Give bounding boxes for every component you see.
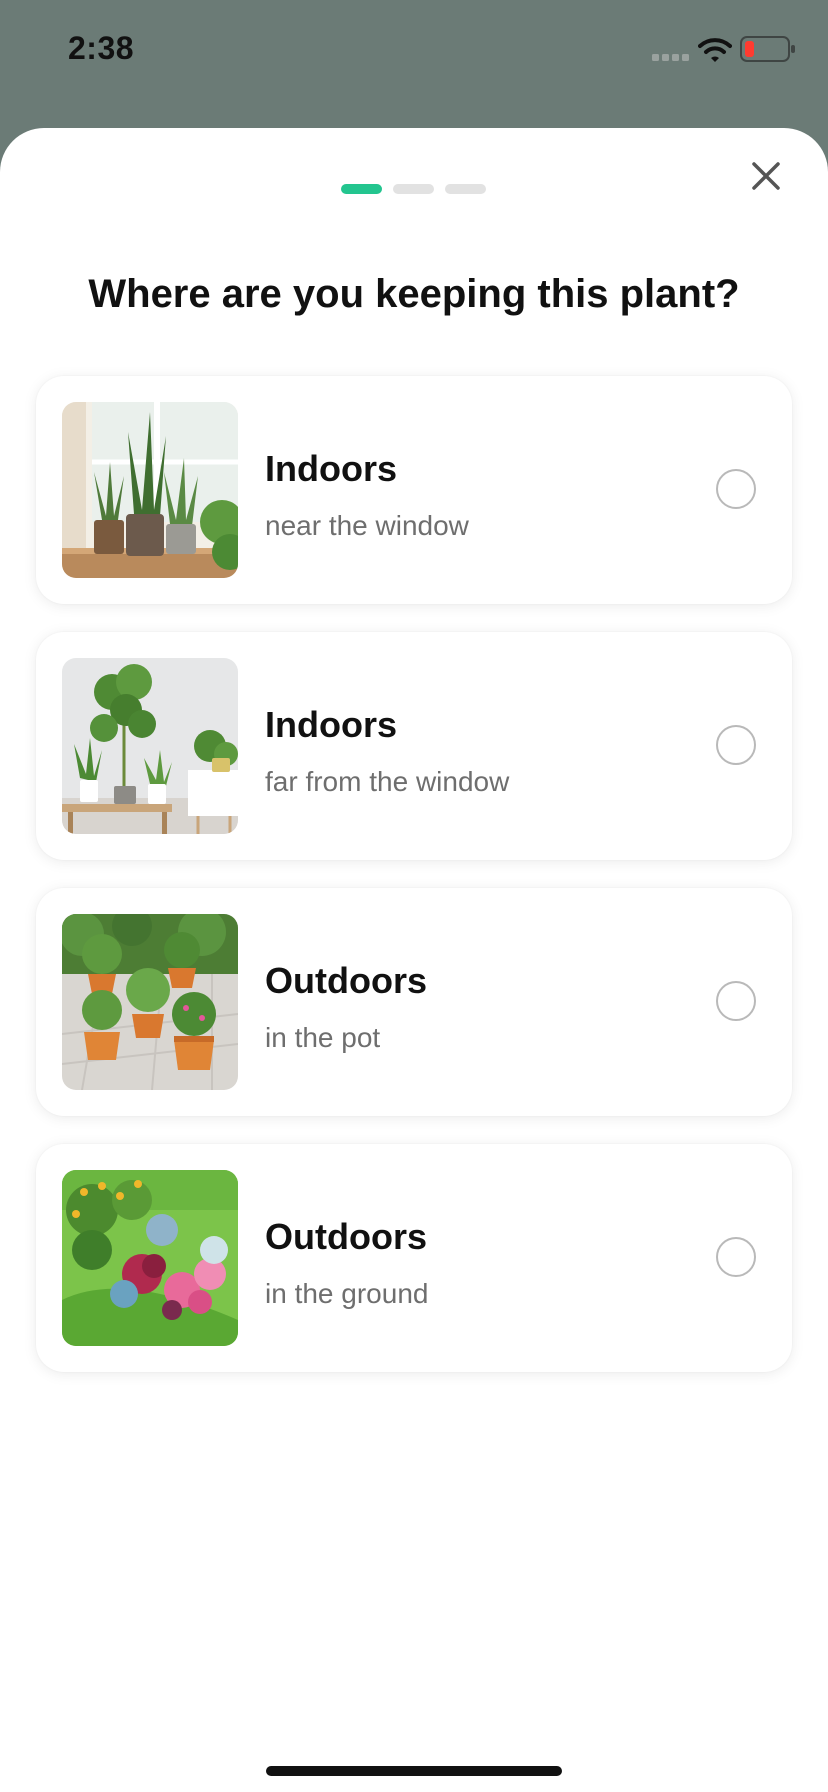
option-subtitle: near the window (265, 510, 469, 541)
page-title: Where are you keeping this plant? (88, 272, 740, 316)
location-options-list: Indoors near the window Indoors far from… (36, 376, 792, 1400)
bottom-sheet: Where are you keeping this plant? Indoor… (0, 128, 828, 1792)
step-dot-1 (341, 184, 382, 194)
option-radio-button[interactable] (716, 981, 756, 1021)
option-indoors-near-window[interactable]: Indoors near the window (36, 376, 792, 604)
snake-plants-on-windowsill-image (62, 402, 238, 578)
status-time: 2:38 (68, 30, 135, 66)
option-subtitle: far from the window (265, 766, 510, 797)
status-bar: 2:38 (0, 0, 828, 110)
option-title: Outdoors (265, 1216, 427, 1257)
potted-plants-in-room-image (62, 658, 238, 834)
close-icon (752, 162, 780, 190)
option-title: Indoors (265, 448, 397, 489)
step-dot-2 (393, 184, 434, 194)
option-indoors-far-from-window[interactable]: Indoors far from the window (36, 632, 792, 860)
option-title: Outdoors (265, 960, 427, 1001)
wifi-icon (698, 38, 732, 62)
step-progress-indicator (341, 184, 486, 194)
step-dot-3 (445, 184, 486, 194)
close-button[interactable] (740, 150, 792, 202)
option-title: Indoors (265, 704, 397, 745)
option-subtitle: in the pot (265, 1022, 381, 1053)
battery-icon (740, 36, 795, 62)
home-indicator[interactable] (266, 1766, 562, 1776)
option-radio-button[interactable] (716, 469, 756, 509)
option-outdoors-in-ground[interactable]: Outdoors in the ground (36, 1144, 792, 1372)
signal-icon (652, 54, 689, 61)
option-radio-button[interactable] (716, 1237, 756, 1277)
option-subtitle: in the ground (265, 1278, 429, 1309)
potted-plants-on-patio-image (62, 914, 238, 1090)
garden-flower-bed-image (62, 1170, 238, 1346)
option-outdoors-in-pot[interactable]: Outdoors in the pot (36, 888, 792, 1116)
option-radio-button[interactable] (716, 725, 756, 765)
